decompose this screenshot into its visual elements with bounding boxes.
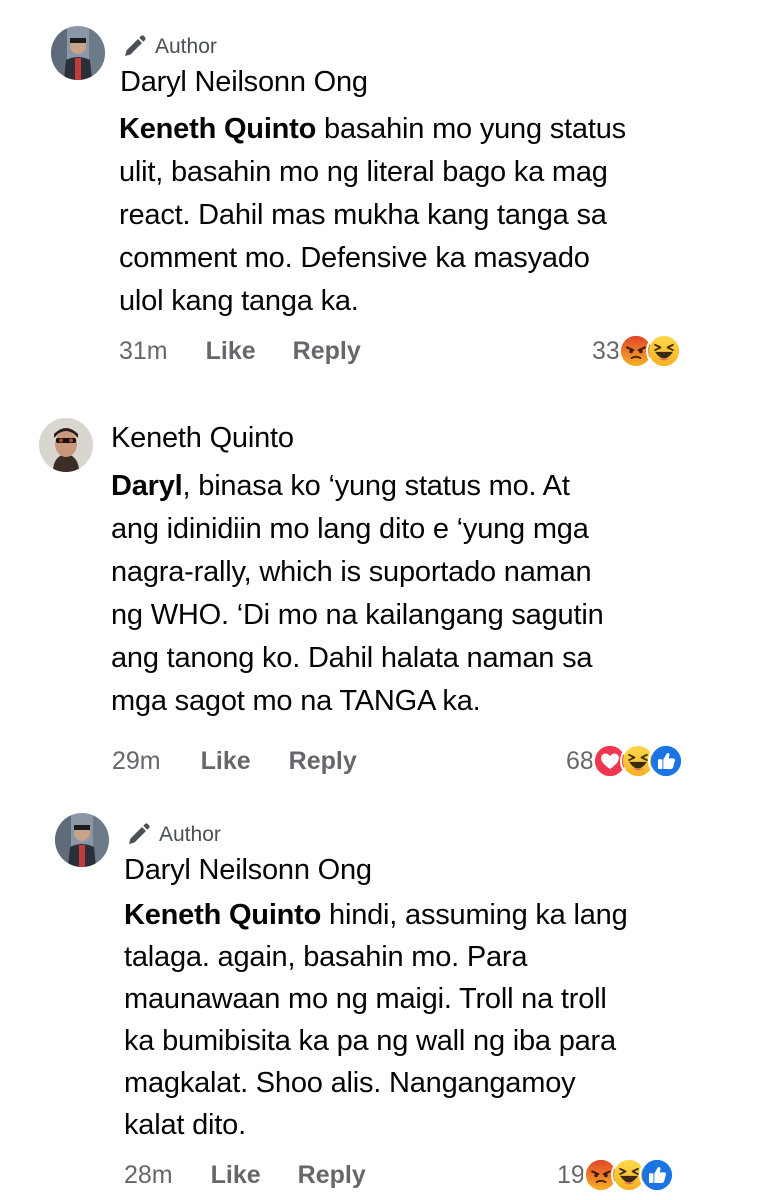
comment-text-line: ang tanong ko. Dahil halata naman sa: [111, 642, 593, 674]
avatar[interactable]: [51, 26, 105, 80]
reaction-count: 19: [557, 1160, 585, 1189]
author-badge: Author: [125, 822, 221, 848]
haha-icon: [645, 333, 682, 369]
comment-text-line: magkalat. Shoo alis. Nangangamoy: [124, 1067, 576, 1099]
comment-text-line: mga sagot mo na TANGA ka.: [111, 685, 481, 717]
timestamp[interactable]: 28m: [124, 1161, 173, 1190]
avatar[interactable]: [39, 418, 93, 472]
reaction-summary[interactable]: 33: [592, 333, 682, 369]
comment-text-line: ulit, basahin mo ng literal bago ka mag: [119, 156, 608, 188]
reaction-summary[interactable]: 19: [557, 1157, 675, 1193]
timestamp[interactable]: 29m: [112, 747, 161, 776]
like-button[interactable]: Like: [211, 1161, 261, 1190]
comment-text-line: ulol kang tanga ka.: [119, 285, 359, 317]
comment-text: Keneth Quinto hindi, assuming ka lang ta…: [124, 894, 724, 1146]
commenter-name[interactable]: Keneth Quinto: [111, 422, 294, 455]
reply-button[interactable]: Reply: [293, 337, 361, 366]
comment-text-line: ng WHO. ‘Di mo na kailangang sagutin: [111, 599, 604, 631]
mention-link[interactable]: Keneth Quinto: [124, 899, 321, 931]
like-button[interactable]: Like: [206, 337, 256, 366]
reaction-count: 33: [592, 336, 620, 365]
timestamp[interactable]: 31m: [119, 337, 168, 366]
author-badge-label: Author: [159, 823, 221, 846]
comment-meta: 31m Like Reply: [119, 337, 361, 366]
comment-meta: 28m Like Reply: [124, 1161, 366, 1190]
reaction-count: 68: [566, 746, 594, 775]
comment-text-line: ka bumibisita ka pa ng wall ng iba para: [124, 1025, 616, 1057]
comment-text-line: maunawaan mo ng maigi. Troll na troll: [124, 983, 607, 1015]
reply-button[interactable]: Reply: [298, 1161, 366, 1190]
comment-text-line: talaga. again, basahin mo. Para: [124, 941, 528, 973]
mention-link[interactable]: Keneth Quinto: [119, 113, 316, 145]
reaction-summary[interactable]: 68: [566, 743, 684, 779]
like-icon: [647, 743, 684, 779]
like-button[interactable]: Like: [201, 747, 251, 776]
pen-icon: [125, 822, 151, 848]
comment-text-line: hindi, assuming ka lang: [321, 899, 628, 931]
like-icon: [638, 1157, 675, 1193]
avatar[interactable]: [55, 813, 109, 867]
reply-button[interactable]: Reply: [289, 747, 357, 776]
commenter-name[interactable]: Daryl Neilsonn Ong: [124, 854, 372, 887]
comment-text: Daryl, binasa ko ‘yung status mo. At ang…: [111, 465, 731, 723]
pen-icon: [121, 34, 147, 60]
mention-link[interactable]: Daryl: [111, 470, 183, 502]
comment-text-line: comment mo. Defensive ka masyado: [119, 242, 590, 274]
author-badge-label: Author: [155, 35, 217, 58]
comment-text-line: kalat dito.: [124, 1109, 246, 1141]
author-badge: Author: [121, 34, 217, 60]
comment-text-line: nagra-rally, which is suportado naman: [111, 556, 592, 588]
comment-text-line: basahin mo yung status: [316, 113, 626, 145]
comment-text-line: , binasa ko ‘yung status mo. At: [182, 470, 570, 502]
comment-text-line: react. Dahil mas mukha kang tanga sa: [119, 199, 607, 231]
comment-text-line: ang idinidiin mo lang dito e ‘yung mga: [111, 513, 589, 545]
comment-text: Keneth Quinto basahin mo yung status uli…: [119, 108, 719, 323]
commenter-name[interactable]: Daryl Neilsonn Ong: [120, 66, 368, 99]
comment-meta: 29m Like Reply: [112, 747, 357, 776]
